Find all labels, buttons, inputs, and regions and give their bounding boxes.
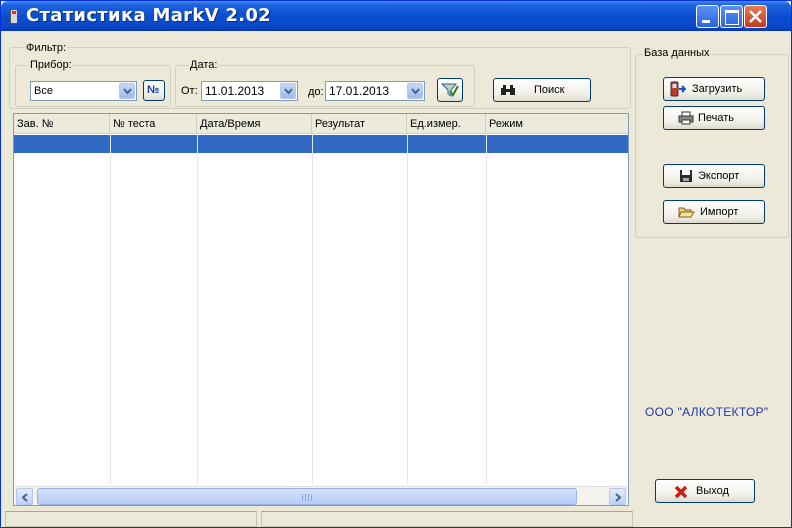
data-table[interactable]: Зав. № № теста Дата/Время Результат Ед.и… xyxy=(13,113,629,506)
maximize-button[interactable] xyxy=(720,5,743,28)
scroll-thumb[interactable] xyxy=(37,488,577,505)
column-divider xyxy=(407,135,408,485)
number-filter-label: № xyxy=(147,84,160,96)
binoculars-icon xyxy=(501,85,515,95)
print-button[interactable]: Печать xyxy=(663,106,765,130)
from-label: От: xyxy=(181,85,198,97)
table-row-selected[interactable] xyxy=(14,135,628,153)
column-header-mode[interactable]: Режим xyxy=(486,114,628,134)
window-title: Статистика MarkV 2.02 xyxy=(26,5,271,26)
save-disk-icon xyxy=(680,170,692,182)
status-panel-left xyxy=(5,511,257,527)
main-window: Статистика MarkV 2.02 Фильтр: Прибор: Вс… xyxy=(0,0,792,528)
column-header-result[interactable]: Результат xyxy=(312,114,407,134)
to-label: до: xyxy=(308,86,324,98)
export-button-label: Экспорт xyxy=(698,170,740,182)
exit-x-icon xyxy=(674,485,688,499)
to-date-picker[interactable]: 17.01.2013 xyxy=(325,81,425,101)
search-button[interactable]: Поиск xyxy=(493,78,591,102)
close-button[interactable] xyxy=(744,5,767,28)
status-panel-right xyxy=(261,511,633,527)
column-divider xyxy=(486,135,487,485)
scroll-grip-icon xyxy=(302,494,312,501)
import-button-label: Импорт xyxy=(700,206,739,218)
filter-group-label: Фильтр: xyxy=(25,42,68,54)
company-name: ООО "АЛКОТЕКТОР" xyxy=(645,405,769,419)
load-button[interactable]: Загрузить xyxy=(663,77,765,101)
print-button-label: Печать xyxy=(698,112,735,124)
chevron-down-icon[interactable] xyxy=(119,83,135,99)
column-divider xyxy=(197,135,198,485)
close-icon xyxy=(749,10,762,23)
filter-icon xyxy=(441,83,459,97)
device-select[interactable]: Все xyxy=(30,81,137,101)
arrow-left-icon xyxy=(22,493,28,502)
device-select-value: Все xyxy=(34,85,53,97)
printer-icon xyxy=(678,111,694,125)
minimize-button[interactable] xyxy=(696,5,719,28)
title-bar[interactable]: Статистика MarkV 2.02 xyxy=(1,1,791,31)
column-header-datetime[interactable]: Дата/Время xyxy=(197,114,312,134)
phone-load-icon xyxy=(670,81,686,97)
scroll-right-button[interactable] xyxy=(609,488,626,505)
column-divider xyxy=(110,135,111,485)
load-button-label: Загрузить xyxy=(692,83,743,95)
horizontal-scrollbar[interactable] xyxy=(15,486,627,505)
open-folder-icon xyxy=(678,207,695,218)
column-header-unit[interactable]: Ед.измер. xyxy=(407,114,486,134)
column-divider xyxy=(312,135,313,485)
chevron-down-icon[interactable] xyxy=(407,83,423,99)
column-header-serial[interactable]: Зав. № xyxy=(14,114,110,134)
app-phone-icon xyxy=(10,9,18,24)
exit-button-label: Выход xyxy=(696,485,729,497)
device-label: Прибор: xyxy=(29,59,73,71)
from-date-value: 11.01.2013 xyxy=(205,84,265,98)
scroll-left-button[interactable] xyxy=(16,488,33,505)
table-header: Зав. № № теста Дата/Время Результат Ед.и… xyxy=(14,114,628,134)
chevron-down-icon[interactable] xyxy=(280,83,296,99)
date-label: Дата: xyxy=(189,59,219,71)
number-filter-button[interactable]: № xyxy=(143,80,165,101)
database-group-label: База данных xyxy=(643,47,711,59)
to-date-value: 17.01.2013 xyxy=(329,84,390,98)
import-button[interactable]: Импорт xyxy=(663,200,765,224)
status-bar xyxy=(5,511,789,527)
from-date-picker[interactable]: 11.01.2013 xyxy=(201,81,298,101)
search-button-label: Поиск xyxy=(534,84,565,96)
arrow-right-icon xyxy=(615,493,621,502)
column-header-test-number[interactable]: № теста xyxy=(110,114,197,134)
export-button[interactable]: Экспорт xyxy=(663,164,765,188)
apply-filter-button[interactable] xyxy=(437,78,463,102)
exit-button[interactable]: Выход xyxy=(655,479,755,503)
